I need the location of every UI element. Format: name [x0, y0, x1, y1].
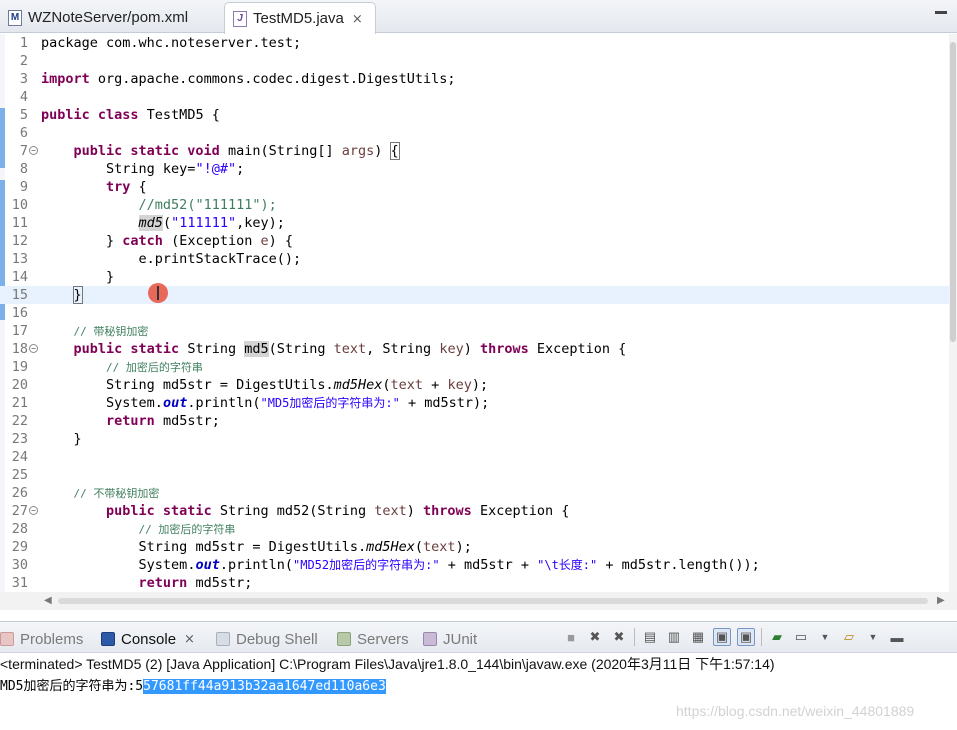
- code-line: 7− public static void main(String[] args…: [19, 142, 400, 160]
- code-line: 2: [19, 53, 28, 69]
- code-line: 26 // 不带秘钥加密: [11, 485, 160, 501]
- terminate-icon[interactable]: ■: [562, 628, 580, 646]
- editor-tab-bar: M WZNoteServer/pom.xml J TestMD5.java ⨯: [0, 0, 957, 34]
- console-toolbar: ■ ✖ ✖ ▤ ▥ ▦ ▣ ▣ ▰ ▭ ▼ ▱ ▼ ▬: [562, 627, 906, 647]
- code-line: 21 System.out.println("MD5加密后的字符串为:" + m…: [11, 395, 490, 411]
- selected-text: 57681ff44a913b32aa1647ed110a6e3: [143, 679, 386, 694]
- tab-console[interactable]: Console ⨯: [101, 627, 195, 651]
- minimize-icon[interactable]: ▬: [888, 628, 906, 646]
- debug-shell-icon: [216, 632, 230, 646]
- code-line: 28 // 加密后的字符串: [11, 521, 236, 537]
- pin-console-icon[interactable]: ▰: [768, 628, 786, 646]
- clear-console-icon[interactable]: ▤: [641, 628, 659, 646]
- scrollbar-track[interactable]: [58, 598, 928, 604]
- problems-icon: [0, 632, 14, 646]
- code-line: 23 }: [11, 431, 82, 447]
- open-console-icon[interactable]: ▱: [840, 628, 858, 646]
- vertical-scrollbar[interactable]: [949, 34, 957, 592]
- horizontal-scrollbar[interactable]: ◀ ▶: [0, 592, 957, 610]
- code-line: 19 // 加密后的字符串: [11, 359, 203, 375]
- tab-label: Servers: [357, 630, 409, 648]
- tab-testmd5-java[interactable]: J TestMD5.java ⨯: [224, 2, 376, 34]
- code-line: 22 return md5str;: [11, 413, 220, 429]
- console-output-prefix: MD5加密后的字符串为:5: [0, 679, 144, 694]
- current-line: 15 }: [0, 286, 952, 304]
- fold-collapse-icon[interactable]: −: [29, 506, 38, 515]
- code-line: 3 import org.apache.commons.codec.digest.…: [19, 71, 456, 87]
- tab-label: Console: [121, 630, 177, 648]
- tab-label: JUnit: [443, 630, 478, 648]
- code-line: 31 return md5str;: [11, 575, 253, 591]
- tab-label: Debug Shell: [236, 630, 318, 648]
- tab-junit[interactable]: JUnit: [423, 627, 477, 651]
- tab-label: WZNoteServer/pom.xml: [28, 9, 189, 26]
- code-line: 10 //md52("111111");: [11, 197, 277, 213]
- tab-label: Problems: [20, 630, 84, 648]
- code-line: 1 package com.whc.noteserver.test;: [19, 35, 302, 51]
- scroll-lock-icon[interactable]: ▥: [665, 628, 683, 646]
- close-icon[interactable]: ⨯: [352, 11, 363, 27]
- toolbar-separator: [761, 628, 762, 646]
- console-output-line[interactable]: MD5加密后的字符串为:557681ff44a913b32aa1647ed110…: [0, 677, 386, 697]
- text-caret: [81, 286, 83, 301]
- code-line: 13 e.printStackTrace();: [11, 251, 302, 267]
- remove-all-terminated-icon[interactable]: ✖: [610, 628, 628, 646]
- maven-xml-file-icon: M: [8, 9, 22, 26]
- scroll-left-icon[interactable]: ◀: [44, 595, 52, 606]
- code-line: 11 md5("111111",key);: [11, 215, 285, 231]
- chevron-down-icon[interactable]: ▼: [816, 628, 834, 646]
- code-line: 14 }: [11, 269, 115, 285]
- show-console-on-stdout-icon[interactable]: ▣: [713, 628, 731, 646]
- console-icon: [101, 632, 115, 646]
- code-line: 4: [19, 89, 28, 105]
- code-line: 29 String md5str = DigestUtils.md5Hex(te…: [11, 539, 472, 555]
- minimize-icon[interactable]: [935, 11, 947, 14]
- code-line: 8 String key="!@#";: [19, 161, 245, 177]
- code-editor[interactable]: 1 package com.whc.noteserver.test; 2 3 imp…: [0, 34, 957, 592]
- code-line: 9 try {: [19, 179, 147, 195]
- scrollbar-thumb[interactable]: [950, 42, 956, 342]
- scroll-right-icon[interactable]: ▶: [937, 595, 945, 606]
- display-selected-console-icon[interactable]: ▭: [792, 628, 810, 646]
- console-process-header: <terminated> TestMD5 (2) [Java Applicati…: [0, 656, 775, 672]
- servers-icon: [337, 632, 351, 646]
- java-file-icon: J: [233, 10, 247, 27]
- code-line: 18− public static String md5(String text…: [11, 341, 627, 357]
- show-console-on-stderr-icon[interactable]: ▣: [737, 628, 755, 646]
- tab-debug-shell[interactable]: Debug Shell: [216, 627, 318, 651]
- code-line: 24: [11, 449, 28, 465]
- code-line: 5 public class TestMD5 {: [19, 107, 220, 123]
- watermark: https://blog.csdn.net/weixin_44801889: [676, 703, 915, 719]
- code-line: 20 String md5str = DigestUtils.md5Hex(te…: [11, 377, 489, 393]
- word-wrap-icon[interactable]: ▦: [689, 628, 707, 646]
- tab-label: TestMD5.java: [253, 10, 344, 27]
- remove-launch-icon[interactable]: ✖: [586, 628, 604, 646]
- code-line: 30 System.out.println("MD52加密后的字符串为:" + …: [11, 557, 760, 573]
- code-line: 6: [19, 125, 28, 141]
- code-line: 25: [11, 467, 28, 483]
- tab-problems[interactable]: Problems: [0, 627, 83, 651]
- fold-collapse-icon[interactable]: −: [29, 146, 38, 155]
- tab-pom-xml[interactable]: M WZNoteServer/pom.xml: [0, 2, 222, 33]
- code-line: 16: [11, 305, 28, 321]
- fold-collapse-icon[interactable]: −: [29, 344, 38, 353]
- toolbar-separator: [634, 628, 635, 646]
- tab-servers[interactable]: Servers: [337, 627, 409, 651]
- chevron-down-icon[interactable]: ▼: [864, 628, 882, 646]
- mouse-cursor-highlight: [148, 283, 168, 303]
- close-icon[interactable]: ⨯: [184, 631, 195, 647]
- code-line: 27− public static String md52(String tex…: [11, 503, 570, 519]
- junit-icon: [423, 632, 437, 646]
- code-line: 17 // 带秘钥加密: [11, 323, 149, 339]
- code-line: 12 } catch (Exception e) {: [11, 233, 294, 249]
